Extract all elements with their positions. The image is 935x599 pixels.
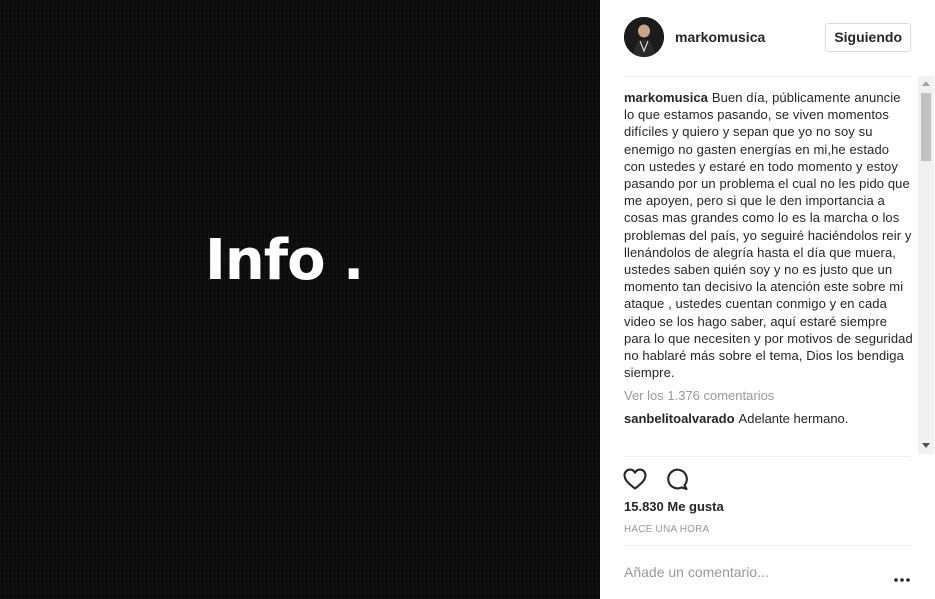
comment-box-divider <box>624 545 911 546</box>
comment-username[interactable]: sanbelitoalvarado <box>624 411 735 426</box>
author-avatar[interactable] <box>624 17 664 57</box>
actions-divider <box>624 456 911 457</box>
scroll-up-arrow-icon[interactable] <box>922 81 930 86</box>
speech-bubble-icon[interactable] <box>664 466 690 492</box>
likes-count[interactable]: 15.830 Me gusta <box>624 499 724 514</box>
media-texture <box>0 0 600 599</box>
post-media[interactable]: Info . <box>0 0 600 599</box>
caption-text: Buen día, públicamente anuncie lo que es… <box>624 90 913 381</box>
comments-scrollbar[interactable] <box>918 76 934 454</box>
header-divider <box>624 76 911 77</box>
add-comment-input[interactable] <box>624 561 884 583</box>
author-username[interactable]: markomusica <box>675 29 765 45</box>
media-overlay-text: Info . <box>205 228 364 293</box>
comments-list[interactable]: markomusica Buen día, públicamente anunci… <box>624 89 914 456</box>
avatar-image <box>624 17 664 57</box>
following-button[interactable]: Siguiendo <box>825 23 911 52</box>
post-header: markomusica Siguiendo <box>624 17 911 59</box>
more-options-icon[interactable] <box>893 570 911 582</box>
post-timestamp[interactable]: HACE UNA HORA <box>624 524 709 535</box>
comment-text: Adelante hermano. <box>738 410 849 426</box>
instagram-post-view: Info . markomusica Siguiendo markomusica… <box>0 0 935 599</box>
view-all-comments-link[interactable]: Ver los 1.376 comentarios <box>624 387 914 404</box>
scrollbar-thumb[interactable] <box>921 93 931 161</box>
caption-username[interactable]: markomusica <box>624 90 708 105</box>
comment-item: sanbelitoalvarado Adelante hermano. <box>624 410 914 427</box>
heart-icon[interactable] <box>622 466 648 492</box>
scroll-down-arrow-icon[interactable] <box>922 443 930 448</box>
caption: markomusica Buen día, públicamente anunci… <box>624 89 914 381</box>
